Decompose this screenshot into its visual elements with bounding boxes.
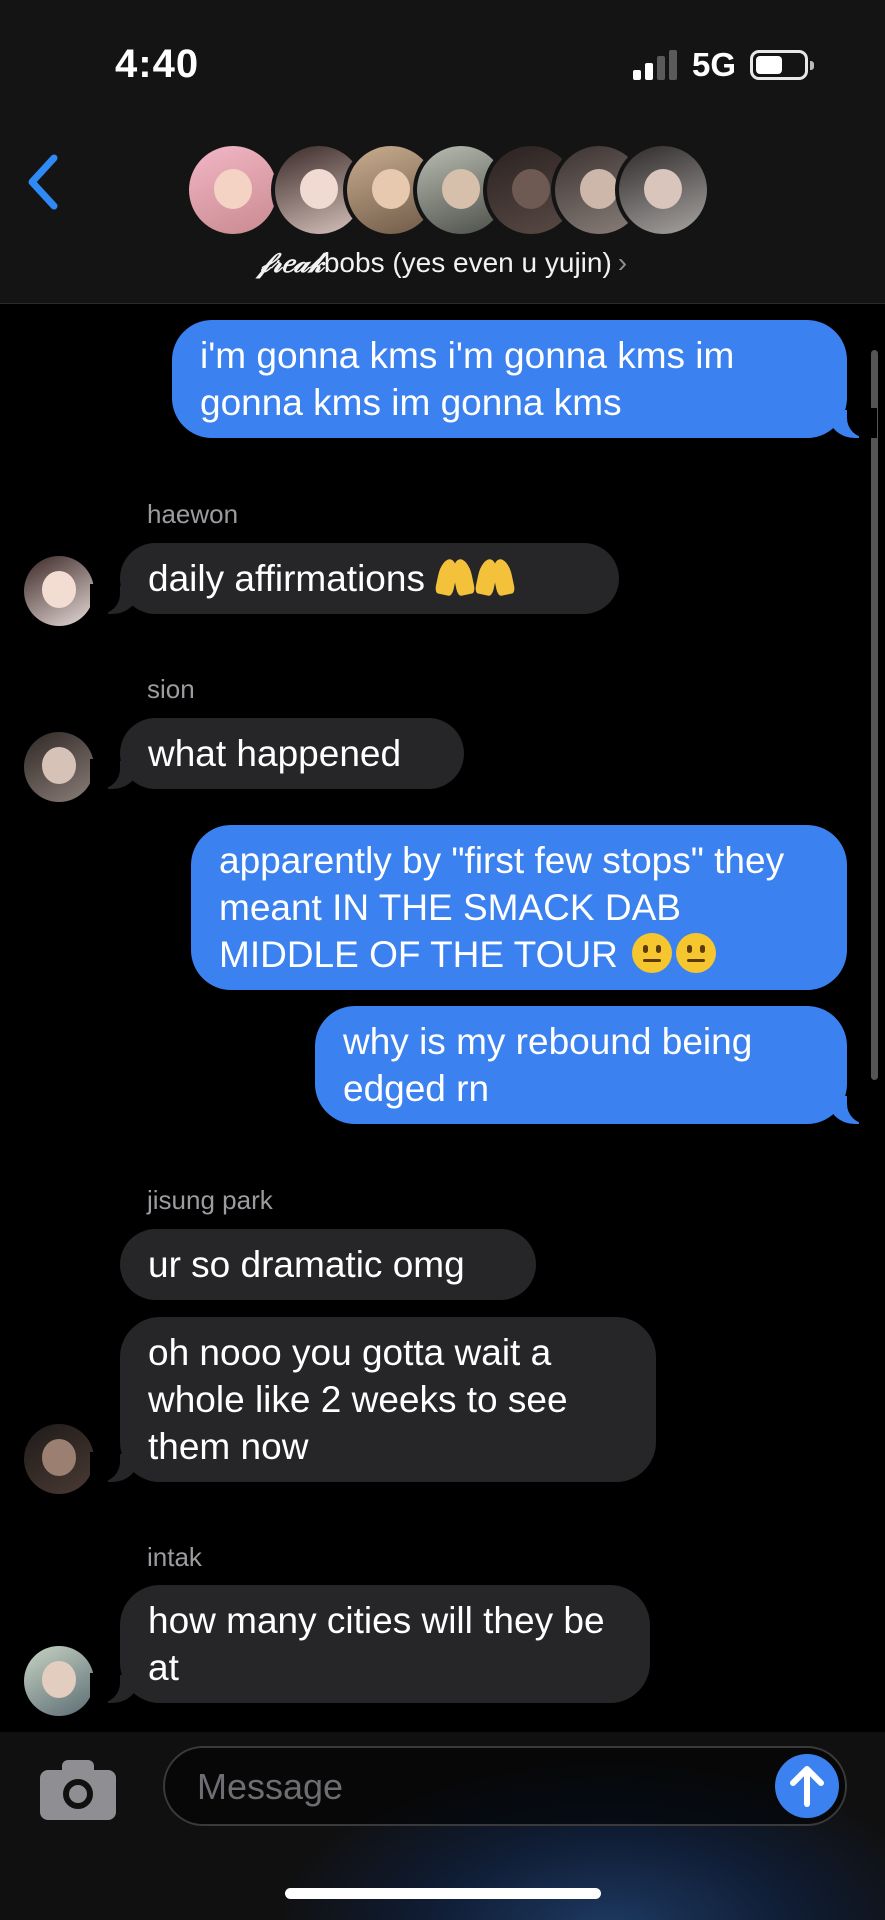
avatar[interactable] xyxy=(24,1646,94,1716)
avatar[interactable] xyxy=(24,732,94,802)
message-placeholder: Message xyxy=(197,1766,344,1807)
conversation-header: 𝒻𝓇𝑒𝒶𝓀bobs (yes even u yujin) › xyxy=(0,120,885,304)
message-input[interactable]: Message xyxy=(163,1746,847,1826)
send-button[interactable] xyxy=(775,1754,839,1818)
avatar[interactable] xyxy=(24,556,94,626)
back-chevron-icon[interactable] xyxy=(24,150,64,214)
status-time: 4:40 xyxy=(115,42,200,86)
sent-message[interactable]: apparently by "first few stops" they mea… xyxy=(191,825,847,990)
sender-name: haewon xyxy=(147,499,239,529)
received-message[interactable]: oh nooo you gotta wait a whole like 2 we… xyxy=(90,1317,656,1482)
network-type: 5G xyxy=(692,46,737,83)
received-message[interactable]: ur so dramatic omg xyxy=(120,1229,536,1300)
received-message[interactable]: what happened xyxy=(90,718,464,789)
camera-icon[interactable] xyxy=(40,1760,116,1820)
member-avatar xyxy=(615,142,711,238)
home-indicator[interactable] xyxy=(285,1888,601,1899)
folded-hands-emoji-icon xyxy=(475,557,515,597)
group-name-rest: bobs (yes even u yujin) xyxy=(323,247,612,278)
sender-name: intak xyxy=(147,1542,202,1572)
arrow-up-icon xyxy=(790,1766,824,1807)
sent-message[interactable]: i'm gonna kms i'm gonna kms im gonna kms… xyxy=(172,320,877,438)
chevron-right-icon: › xyxy=(617,247,628,278)
group-name[interactable]: 𝒻𝓇𝑒𝒶𝓀bobs (yes even u yujin) › xyxy=(0,246,885,280)
scrollbar[interactable] xyxy=(871,350,878,1080)
neutral-face-emoji-icon xyxy=(632,933,673,973)
folded-hands-emoji-icon xyxy=(435,557,475,597)
avatar[interactable] xyxy=(24,1424,94,1494)
received-message[interactable]: daily affirmations xyxy=(90,543,619,614)
received-message[interactable]: how many cities will they be at xyxy=(90,1585,650,1703)
battery-icon xyxy=(750,50,814,80)
cellular-signal-icon xyxy=(633,50,677,80)
group-name-styled: 𝒻𝓇𝑒𝒶𝓀 xyxy=(257,246,324,279)
member-avatar xyxy=(185,142,281,238)
neutral-face-emoji-icon xyxy=(676,933,717,973)
group-avatars[interactable] xyxy=(185,142,711,238)
sender-name: jisung park xyxy=(147,1185,273,1215)
status-bar: 4:40 5G xyxy=(0,0,885,120)
sent-message[interactable]: why is my rebound being edged rn xyxy=(315,1006,877,1124)
sender-name: sion xyxy=(147,674,195,704)
